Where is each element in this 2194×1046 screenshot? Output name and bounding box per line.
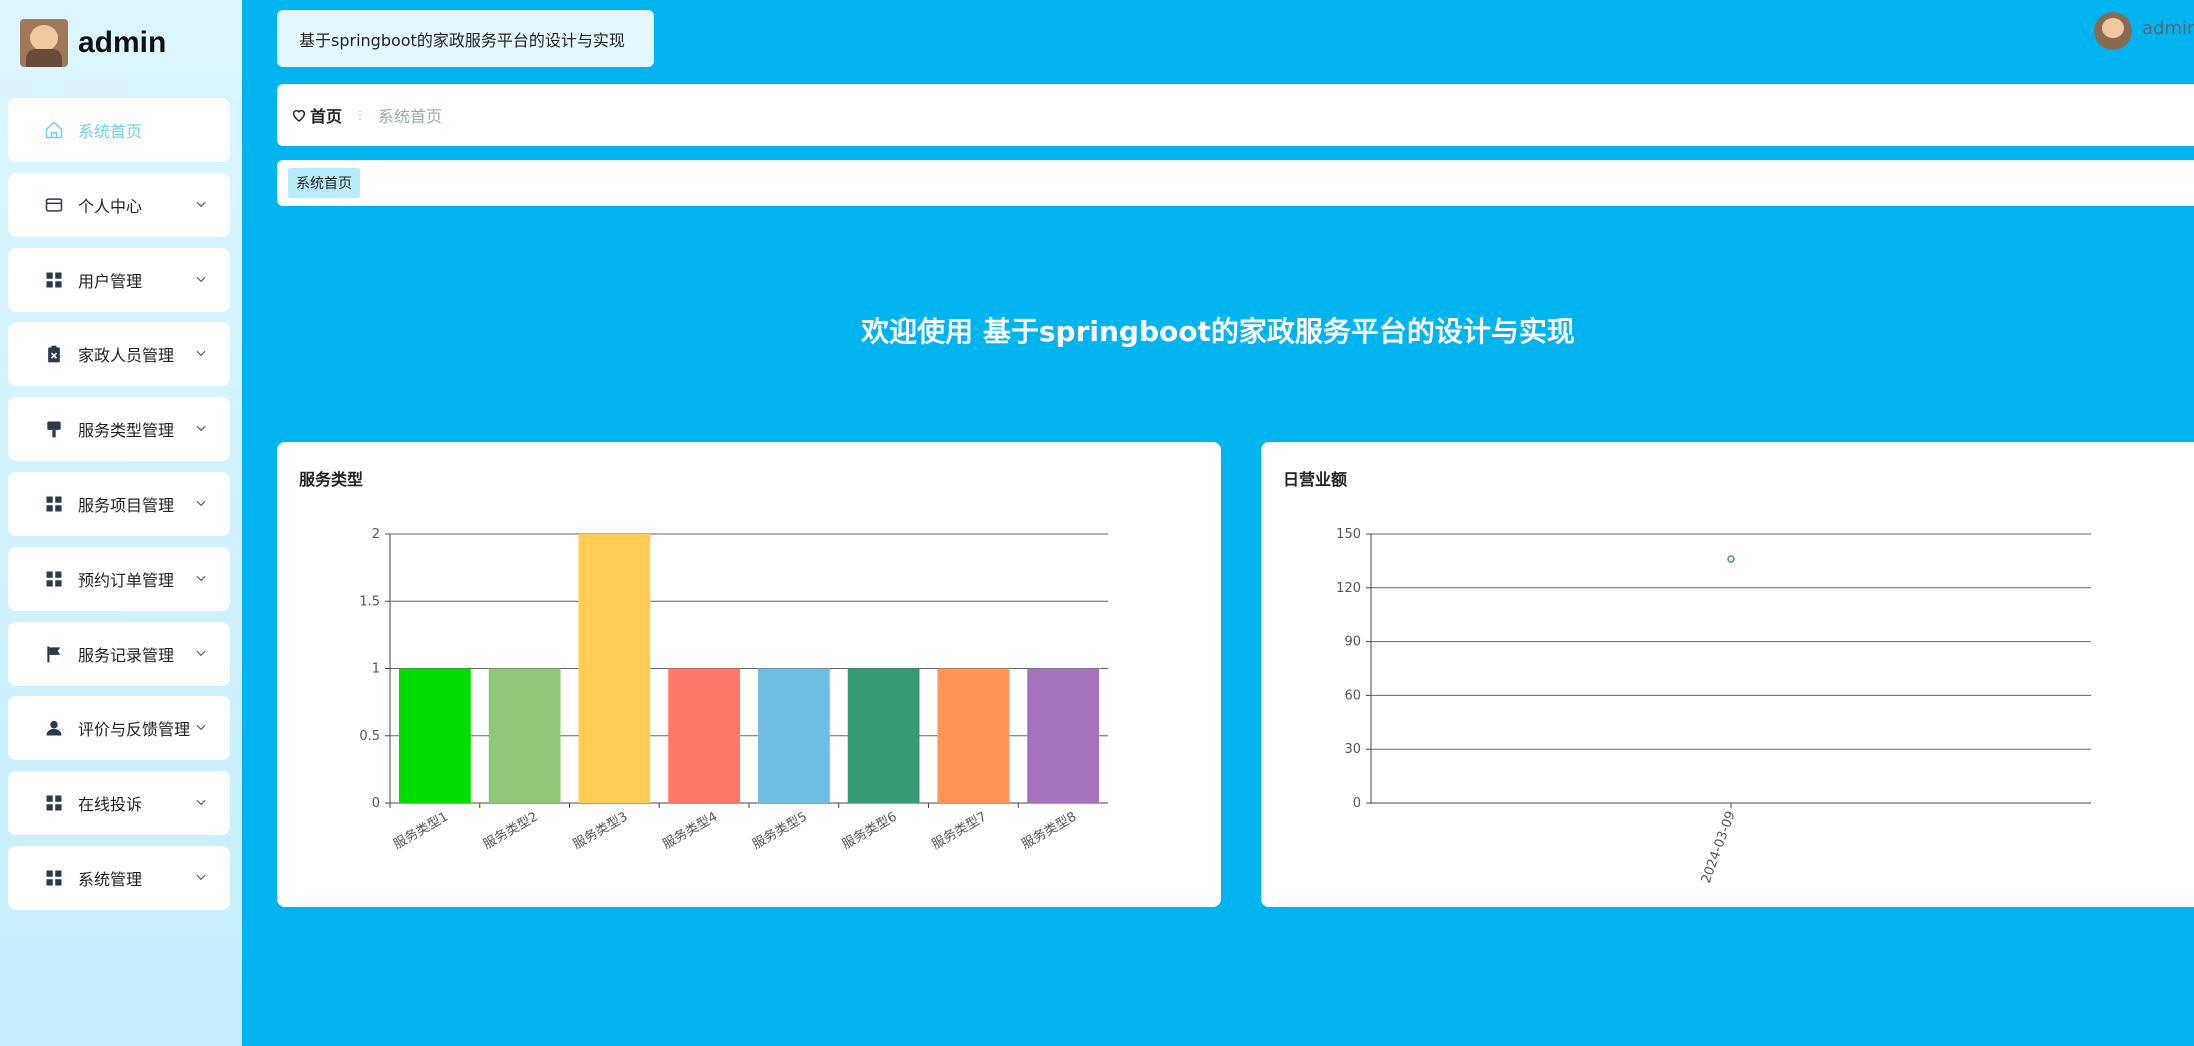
breadcrumb-home-label: 首页 bbox=[310, 107, 343, 126]
y-tick-label: 120 bbox=[1336, 581, 1361, 596]
grid-icon bbox=[44, 569, 64, 589]
sidebar-item-label: 系统首页 bbox=[78, 122, 143, 141]
bar bbox=[668, 668, 741, 803]
chevron-down-icon bbox=[196, 201, 206, 207]
heart-icon bbox=[292, 109, 306, 122]
sidebar-item-label: 在线投诉 bbox=[78, 795, 143, 815]
tabs-bar: 系统首页 bbox=[277, 160, 2194, 206]
service-type-chart: 0 0.5 1 1.5 2 服务类型1 服务类型2 服务类型3 服务类型4 服务类型5 服务类型6 服… bbox=[359, 527, 1108, 853]
breadcrumb-current: 系统首页 bbox=[378, 107, 443, 126]
brush-icon bbox=[44, 419, 64, 439]
sidebar-item-6[interactable]: 预约订单管理 bbox=[8, 546, 230, 611]
y-tick-label: 1.5 bbox=[359, 594, 380, 609]
sidebar-item-0[interactable]: 系统首页 bbox=[8, 98, 230, 162]
tab-home[interactable]: 系统首页 bbox=[288, 168, 360, 198]
system-title-text: 基于springboot的家政服务平台的设计与实现 bbox=[299, 30, 625, 50]
bar bbox=[488, 668, 561, 803]
daily-revenue-card: 日营业额 0 30 60 90 120 150 2024-03-09 bbox=[1261, 442, 2194, 907]
x-tick-label: 服务类型8 bbox=[1019, 809, 1079, 853]
welcome-heading: 欢迎使用 基于springboot的家政服务平台的设计与实现 bbox=[861, 315, 1575, 348]
x-tick-label: 服务类型4 bbox=[660, 809, 720, 853]
y-tick-label: 0.5 bbox=[359, 729, 380, 744]
y-tick-label: 90 bbox=[1344, 635, 1361, 650]
clipboard-icon bbox=[44, 344, 64, 364]
brand-name: admin bbox=[78, 26, 167, 59]
y-tick-label: 0 bbox=[1353, 796, 1361, 811]
sidebar-item-label: 服务项目管理 bbox=[78, 495, 175, 515]
x-tick-label: 服务类型3 bbox=[570, 809, 630, 853]
user-icon bbox=[44, 718, 64, 738]
chevron-down-icon bbox=[196, 725, 206, 731]
chevron-down-icon bbox=[196, 800, 206, 806]
grid-icon bbox=[44, 793, 64, 813]
sidebar-item-label: 系统管理 bbox=[78, 869, 143, 889]
chevron-down-icon bbox=[196, 351, 206, 357]
breadcrumb-separator: ⋮ bbox=[354, 108, 367, 122]
x-tick-label: 服务类型1 bbox=[391, 809, 451, 853]
user-name[interactable]: admin bbox=[2142, 18, 2194, 39]
bar bbox=[1027, 668, 1100, 803]
sidebar-item-label: 家政人员管理 bbox=[78, 346, 175, 366]
grid-icon bbox=[44, 868, 64, 888]
brand-avatar bbox=[20, 19, 68, 67]
card-icon bbox=[44, 195, 64, 215]
sidebar-item-2[interactable]: 用户管理 bbox=[8, 247, 230, 312]
chevron-down-icon bbox=[196, 426, 206, 432]
x-tick-label: 服务类型5 bbox=[750, 809, 810, 853]
bar bbox=[757, 668, 830, 803]
x-tick-label: 服务类型2 bbox=[480, 809, 540, 853]
y-tick-label: 150 bbox=[1336, 527, 1361, 542]
home-icon bbox=[44, 120, 64, 140]
service-type-card: 服务类型 0 0.5 1 1.5 2 服务类型1 服务类型2 服务类型3 服务类型4 服务类型5 服… bbox=[277, 442, 1221, 907]
flag-icon bbox=[44, 644, 64, 664]
sidebar-item-label: 服务类型管理 bbox=[78, 421, 175, 441]
chevron-down-icon bbox=[196, 500, 206, 507]
sidebar-item-label: 预约订单管理 bbox=[78, 570, 175, 590]
bar bbox=[398, 668, 471, 803]
sidebar-item-3[interactable]: 家政人员管理 bbox=[8, 322, 230, 387]
breadcrumb-home[interactable]: 首页 bbox=[291, 103, 342, 127]
y-tick-label: 2 bbox=[372, 527, 380, 542]
tab-home-label: 系统首页 bbox=[296, 176, 352, 192]
sidebar-item-8[interactable]: 评价与反馈管理 bbox=[8, 696, 230, 761]
y-tick-label: 60 bbox=[1344, 688, 1361, 703]
sidebar-item-10[interactable]: 系统管理 bbox=[8, 845, 230, 910]
brand: admin bbox=[20, 18, 166, 68]
sidebar-item-label: 用户管理 bbox=[78, 271, 143, 291]
breadcrumb: 首页 ⋮ 系统首页 bbox=[277, 84, 2194, 146]
sidebar: admin 系统首页个人中心用户管理家政人员管理 服务类型管理 服务项目管理 预约订单… bbox=[0, 0, 242, 1046]
sidebar-item-9[interactable]: 在线投诉 bbox=[8, 771, 230, 836]
bar bbox=[937, 668, 1010, 803]
bar bbox=[578, 534, 651, 803]
sidebar-item-label: 评价与反馈管理 bbox=[78, 720, 191, 740]
system-title: 基于springboot的家政服务平台的设计与实现 bbox=[277, 10, 654, 67]
x-tick-label: 服务类型7 bbox=[929, 809, 989, 853]
grid-icon bbox=[44, 270, 64, 290]
y-tick-label: 1 bbox=[372, 662, 380, 677]
chevron-down-icon bbox=[196, 276, 206, 282]
x-tick-label: 2024-03-09 bbox=[1699, 809, 1739, 885]
sidebar-item-7[interactable]: 服务记录管理 bbox=[8, 621, 230, 686]
data-point bbox=[1727, 555, 1735, 563]
chevron-down-icon bbox=[196, 874, 206, 881]
chevron-down-icon bbox=[196, 575, 206, 581]
bar bbox=[847, 668, 920, 803]
sidebar-item-4[interactable]: 服务类型管理 bbox=[8, 397, 230, 462]
sidebar-item-5[interactable]: 服务项目管理 bbox=[8, 471, 230, 536]
sidebar-item-1[interactable]: 个人中心 bbox=[8, 172, 230, 237]
sidebar-item-label: 个人中心 bbox=[78, 196, 143, 216]
user-avatar[interactable] bbox=[2094, 12, 2132, 50]
grid-icon bbox=[44, 494, 64, 514]
y-tick-label: 0 bbox=[372, 796, 380, 811]
x-tick-label: 服务类型6 bbox=[839, 809, 899, 853]
sidebar-menu: 系统首页个人中心用户管理家政人员管理 服务类型管理 服务项目管理 预约订单管理 服务记录… bbox=[8, 98, 230, 921]
sidebar-item-label: 服务记录管理 bbox=[78, 645, 175, 665]
y-tick-label: 30 bbox=[1344, 742, 1361, 757]
daily-revenue-chart: 0 30 60 90 120 150 2024-03-09 bbox=[1336, 527, 2091, 885]
chevron-down-icon bbox=[196, 650, 206, 656]
